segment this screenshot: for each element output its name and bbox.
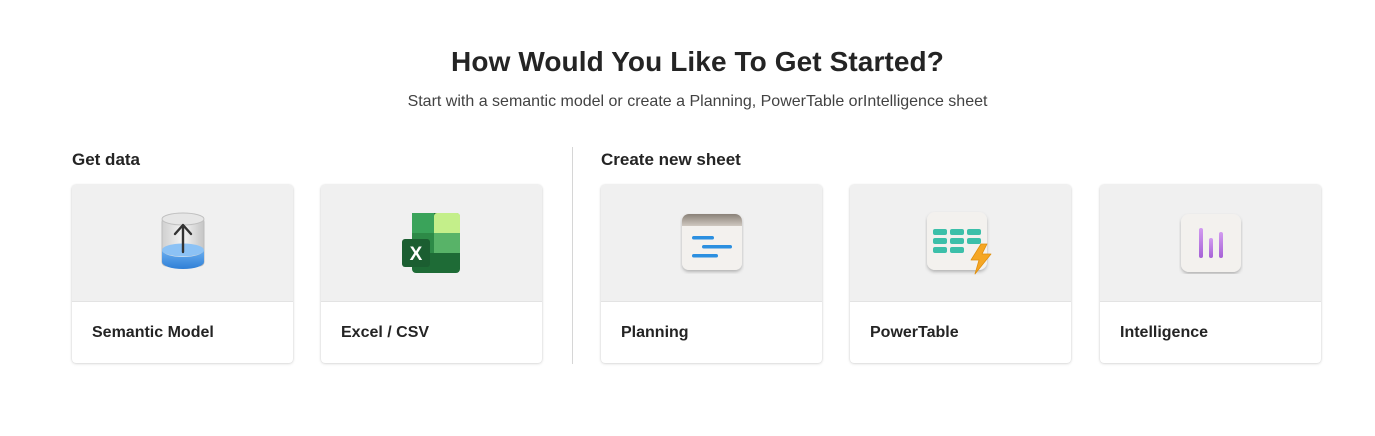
- semantic-model-icon: [158, 210, 208, 276]
- intelligence-icon: [1179, 212, 1243, 274]
- card-label: PowerTable: [870, 324, 959, 341]
- page-title: How Would You Like To Get Started?: [451, 46, 944, 77]
- card-label: Semantic Model: [92, 324, 214, 341]
- card-label: Excel / CSV: [341, 324, 430, 341]
- powertable-icon: [925, 210, 997, 276]
- get-started-page: How Would You Like To Get Started? Start…: [0, 0, 1375, 436]
- excel-csv-card[interactable]: X Excel / CSV: [321, 185, 542, 363]
- section-divider: [572, 147, 573, 364]
- header: How Would You Like To Get Started? Start…: [0, 46, 1375, 111]
- powertable-card[interactable]: PowerTable: [850, 185, 1071, 363]
- svg-text:X: X: [409, 244, 422, 265]
- section-label-create-new-sheet: Create new sheet: [601, 150, 741, 169]
- section-label-get-data: Get data: [72, 150, 141, 169]
- card-icon-area: [72, 185, 293, 302]
- card-icon-area: [601, 185, 822, 302]
- planning-card[interactable]: Planning: [601, 185, 822, 363]
- intelligence-card[interactable]: Intelligence: [1100, 185, 1321, 363]
- card-icon-area: [850, 185, 1071, 302]
- card-label: Planning: [621, 324, 689, 341]
- excel-icon: X: [400, 211, 464, 275]
- planning-icon: [680, 212, 744, 274]
- page-subtitle: Start with a semantic model or create a …: [407, 93, 988, 110]
- card-label: Intelligence: [1120, 324, 1209, 341]
- card-icon-area: [1100, 185, 1321, 302]
- card-icon-area: X: [321, 185, 542, 302]
- semantic-model-card[interactable]: Semantic Model: [72, 185, 293, 363]
